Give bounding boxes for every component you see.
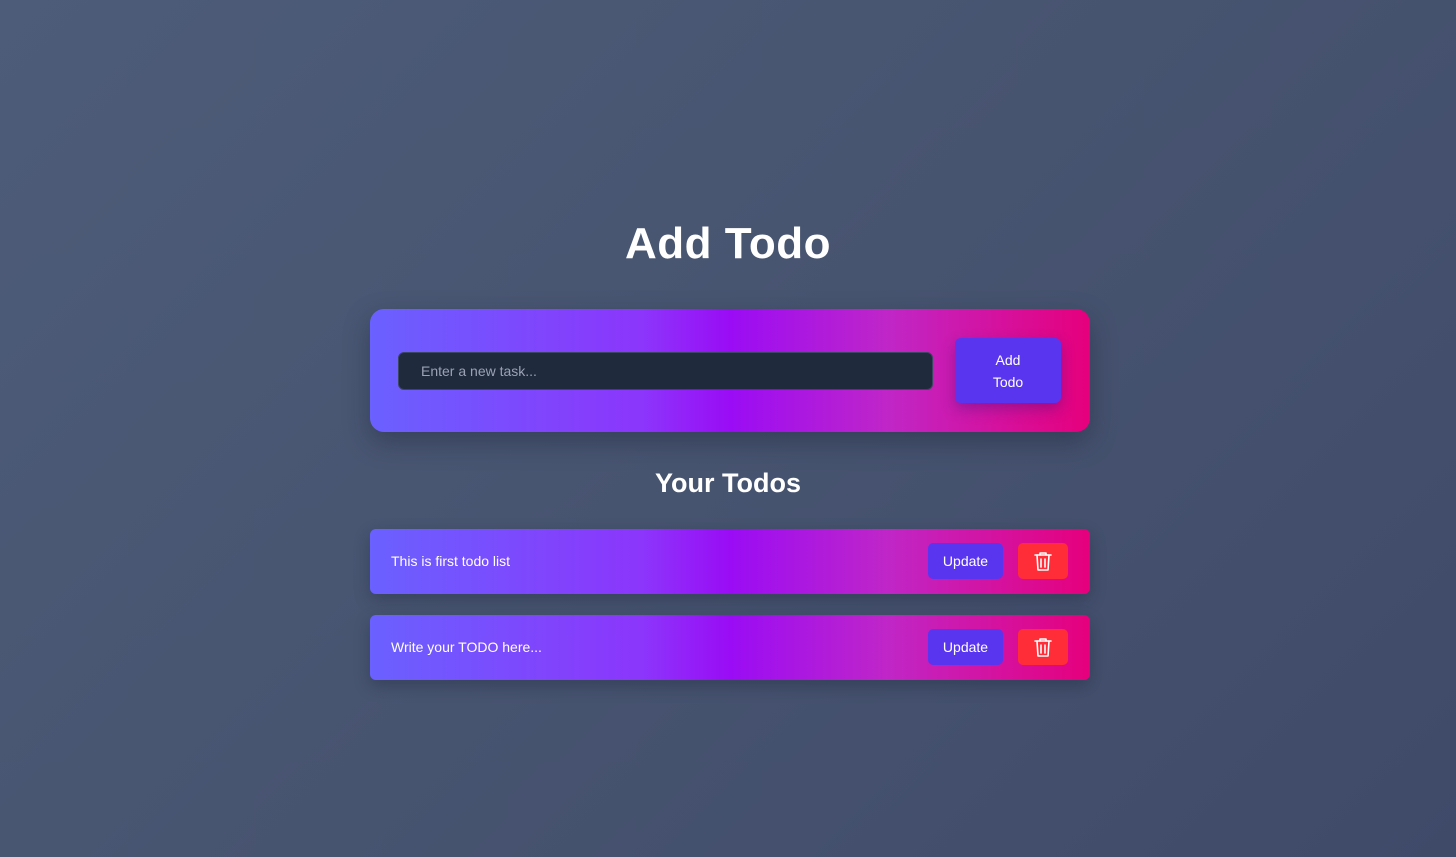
add-todo-button[interactable]: Add Todo — [955, 338, 1061, 403]
trash-icon — [1034, 638, 1052, 657]
new-task-input[interactable] — [398, 352, 933, 390]
todo-item: Write your TODO here... Update — [370, 615, 1090, 680]
todo-list: This is first todo list Update Write you… — [370, 529, 1090, 701]
trash-icon — [1034, 552, 1052, 571]
add-todo-card: Add Todo — [370, 309, 1090, 432]
todo-text: Write your TODO here... — [391, 639, 542, 655]
todos-section-title: Your Todos — [655, 468, 801, 498]
update-button[interactable]: Update — [928, 629, 1003, 665]
delete-button[interactable] — [1018, 543, 1068, 579]
update-button[interactable]: Update — [928, 543, 1003, 579]
todo-item: This is first todo list Update — [370, 529, 1090, 594]
page-title: Add Todo — [625, 219, 831, 268]
delete-button[interactable] — [1018, 629, 1068, 665]
todo-text: This is first todo list — [391, 553, 511, 569]
